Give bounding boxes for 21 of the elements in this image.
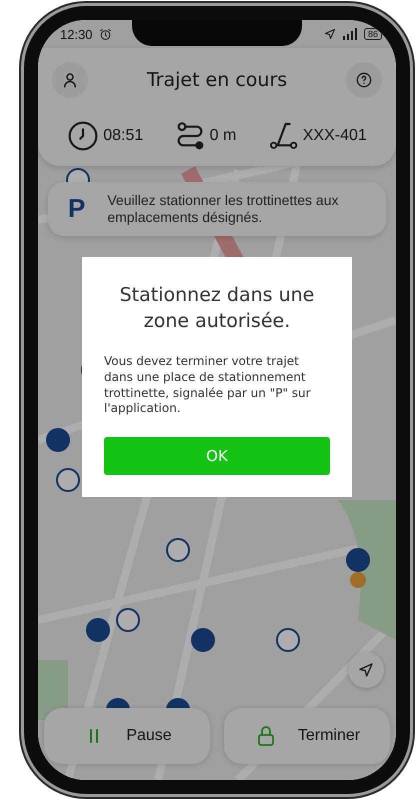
status-time: 12:30 <box>60 26 93 42</box>
parking-letter: P <box>68 193 86 224</box>
profile-button[interactable] <box>52 62 88 98</box>
alarm-icon <box>98 28 112 40</box>
screen-title: Trajet en cours <box>146 69 288 91</box>
stat-value: 0 m <box>210 127 236 145</box>
user-icon <box>61 71 79 89</box>
end-button[interactable]: Terminer <box>224 708 390 764</box>
help-icon <box>356 72 372 88</box>
stat-value: XXX-401 <box>302 127 367 145</box>
pause-button[interactable]: Pause <box>44 708 210 764</box>
dialog-message: Vous devez terminer votre trajet dans une place de stationnement trottinette, signalée par un "P" sur l'application. <box>104 354 312 417</box>
battery-level: 86 <box>364 28 382 40</box>
dialog-title: Stationnez dans une zone autorisée. <box>118 283 316 334</box>
stat-value: 08:51 <box>103 127 144 145</box>
clock-icon <box>67 120 100 152</box>
help-button[interactable] <box>346 62 382 98</box>
signal-icon <box>342 28 358 40</box>
navigation-arrow-icon <box>358 662 374 678</box>
location-arrow-icon <box>324 28 336 40</box>
notice-text: Veuillez stationner les trottinettes aux emplacements désignés. <box>107 192 340 226</box>
